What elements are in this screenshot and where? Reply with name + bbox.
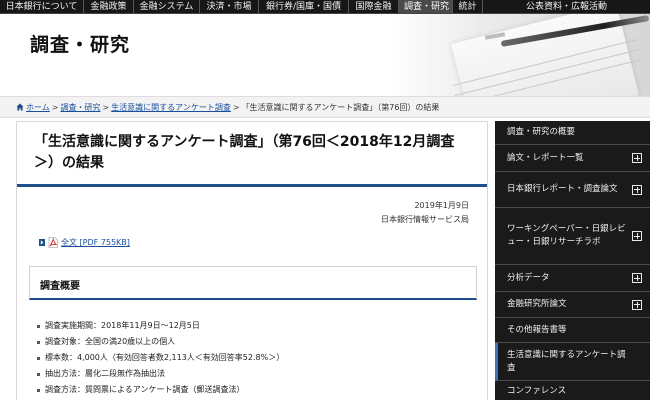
list-item: 調査方法：質問票によるアンケート調査（郵送調査法） (37, 385, 284, 395)
breadcrumb-current: 「生活意識に関するアンケート調査」（第76回）の結果 (241, 103, 440, 112)
bullet-icon (37, 340, 40, 344)
breadcrumb-separator: > (102, 103, 110, 112)
section-header: 調査・研究 (0, 14, 650, 96)
pdf-full-text-link[interactable]: 全文 [PDF 755KB] (61, 237, 130, 248)
overview-heading: 調査概要 (40, 281, 80, 292)
plus-icon[interactable] (632, 153, 642, 163)
sidebar-item-label: 金融研究所論文 (507, 299, 567, 309)
sidebar-item-boj-reports[interactable]: 日本銀行レポート・調査論文 (495, 172, 650, 208)
arrow-right-icon (39, 239, 45, 246)
list-item-text: 標本数：4,000人（有効回答者数2,113人＜有効回答率52.8%＞） (45, 353, 285, 362)
main-content: 「生活意識に関するアンケート調査」（第76回＜2018年12月調査＞）の結果 2… (16, 121, 488, 400)
list-item-text: 調査実施期間：2018年11月9日～12月5日 (45, 321, 200, 330)
sidebar-item-label: ワーキングペーパー・日銀レビュー・日銀リサーチラボ (507, 224, 626, 247)
plus-icon[interactable] (632, 273, 642, 283)
home-icon (16, 103, 24, 111)
article-title: 「生活意識に関するアンケート調査」（第76回＜2018年12月調査＞）の結果 (34, 134, 455, 171)
bullet-icon (37, 356, 40, 360)
sidebar-item-working-papers[interactable]: ワーキングペーパー・日銀レビュー・日銀リサーチラボ (495, 208, 650, 265)
sidebar-item-label: 日本銀行レポート・調査論文 (507, 184, 618, 194)
sidebar-item-research-overview[interactable]: 調査・研究の概要 (495, 121, 650, 145)
global-nav: 日本銀行について 金融政策 金融システム 決済・市場 銀行券/国庫・国債 国際金… (0, 0, 650, 14)
plus-icon[interactable] (632, 299, 642, 310)
sidebar-item-opinion-survey[interactable]: 生活意識に関するアンケート調査 (495, 343, 650, 381)
plus-icon[interactable] (632, 231, 642, 241)
sidebar-item-label: その他報告書等 (507, 324, 567, 335)
nav-statistics[interactable]: 統計 (453, 0, 483, 13)
header-decoration (390, 14, 650, 96)
breadcrumb-research-link[interactable]: 調査・研究 (60, 103, 100, 112)
survey-details-list: 調査実施期間：2018年11月9日～12月5日 調査対象：全国の満20歳以上の個… (37, 321, 284, 400)
nav-financial-system[interactable]: 金融システム (134, 0, 200, 13)
nav-about[interactable]: 日本銀行について (0, 0, 84, 13)
bullet-icon (37, 388, 40, 392)
nav-publications[interactable]: 公表資料・広報活動 (483, 0, 650, 13)
sidebar-item-label: コンファレンス (507, 386, 567, 396)
sidebar-item-analysis-data[interactable]: 分析データ (495, 265, 650, 292)
list-item: 調査対象：全国の満20歳以上の個人 (37, 337, 284, 347)
breadcrumb-home-link[interactable]: ホーム (26, 103, 50, 112)
nav-payment-markets[interactable]: 決済・市場 (200, 0, 259, 13)
pdf-icon (48, 237, 58, 248)
sidebar-item-label: 論文・レポート一覧 (507, 152, 584, 163)
breadcrumb-separator: > (232, 103, 240, 112)
publish-date: 2019年1月9日 (414, 201, 469, 210)
list-item: 調査実施期間：2018年11月9日～12月5日 (37, 321, 284, 331)
breadcrumb-survey-link[interactable]: 生活意識に関するアンケート調査 (111, 103, 231, 112)
page-title: 調査・研究 (30, 34, 131, 56)
bullet-icon (37, 372, 40, 376)
bullet-icon (37, 324, 40, 328)
department-name: 日本銀行情報サービス局 (381, 215, 469, 224)
sidebar-item-conferences[interactable]: コンファレンス (495, 381, 650, 400)
sidebar-item-label: 調査・研究の概要 (507, 127, 576, 137)
title-divider (17, 184, 487, 187)
sidebar-item-papers-list[interactable]: 論文・レポート一覧 (495, 145, 650, 172)
breadcrumb: ホーム > 調査・研究 > 生活意識に関するアンケート調査 > 「生活意識に関するアンケート… (0, 96, 650, 118)
nav-monetary-policy[interactable]: 金融政策 (84, 0, 134, 13)
list-item-text: 調査対象：全国の満20歳以上の個人 (45, 337, 176, 346)
breadcrumb-separator: > (51, 103, 59, 112)
sidebar-item-other-reports[interactable]: その他報告書等 (495, 318, 650, 343)
list-item-text: 抽出方法：層化二段無作為抽出法 (45, 369, 165, 378)
nav-banknotes[interactable]: 銀行券/国庫・国債 (259, 0, 349, 13)
list-item: 標本数：4,000人（有効回答者数2,113人＜有効回答率52.8%＞） (37, 353, 284, 363)
pdf-download-row: 全文 [PDF 755KB] (39, 237, 130, 248)
plus-icon[interactable] (632, 184, 642, 195)
nav-international[interactable]: 国際金融 (349, 0, 399, 13)
list-item: 抽出方法：層化二段無作為抽出法 (37, 369, 284, 379)
overview-heading-box: 調査概要 (29, 266, 477, 300)
sidebar-item-label: 分析データ (507, 272, 550, 283)
sidebar-item-imes-papers[interactable]: 金融研究所論文 (495, 292, 650, 318)
sidebar: 調査・研究の概要 論文・レポート一覧 日本銀行レポート・調査論文 ワーキングペー… (495, 121, 650, 400)
sidebar-item-label: 生活意識に関するアンケート調査 (507, 349, 626, 373)
list-item-text: 調査方法：質問票によるアンケート調査（郵送調査法） (45, 385, 245, 394)
nav-research[interactable]: 調査・研究 (399, 0, 453, 13)
